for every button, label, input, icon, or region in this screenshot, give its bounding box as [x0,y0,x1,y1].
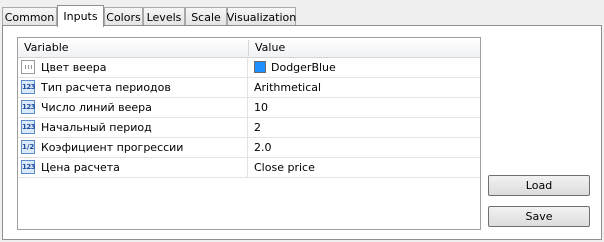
tab-label: Common [4,10,55,24]
grid-row[interactable]: 123 Цена расчета Close price [18,158,480,178]
variable-name: Число линий веера [41,101,152,114]
variable-value[interactable]: Arithmetical [254,78,321,97]
double-icon: 1/2 [21,140,35,154]
tab-label: Scale [191,10,221,24]
variable-value[interactable]: DodgerBlue [271,58,336,77]
variable-value[interactable]: 2 [254,118,261,137]
load-button[interactable]: Load [488,175,590,196]
grid-header: Variable Value [18,38,480,58]
tab-label: Inputs [63,10,98,23]
grid-row[interactable]: 123 Тип расчета периодов Arithmetical [18,78,480,98]
tab-common[interactable]: Common [2,7,57,26]
tab-colors[interactable]: Colors [104,7,143,26]
variable-name: Тип расчета периодов [41,81,171,94]
variable-name: Цвет веера [41,61,107,74]
variable-cell: 123 Тип расчета периодов [18,78,248,97]
integer-icon: 123 [21,100,36,114]
variable-name: Начальный период [41,121,152,134]
tab-visualization[interactable]: Visualization [227,7,296,26]
variable-name: Цена расчета [41,161,120,174]
load-button-label: Load [525,179,553,192]
variable-cell: 123 Число линий веера [18,98,248,117]
save-button[interactable]: Save [488,206,590,227]
tab-label: Levels [146,10,182,24]
variable-value[interactable]: 2.0 [254,138,272,157]
integer-icon: 123 [21,80,36,94]
inputs-panel: Variable Value Цвет веера DodgerBlue 123… [2,25,602,240]
grid-row[interactable]: 1/2 Коэфициент прогрессии 2.0 [18,138,480,158]
grid-row[interactable]: 123 Число линий веера 10 [18,98,480,118]
inputs-grid: Variable Value Цвет веера DodgerBlue 123… [17,37,481,230]
column-header-value[interactable]: Value [255,38,285,58]
tab-inputs[interactable]: Inputs [57,5,104,27]
variable-name: Коэфициент прогрессии [41,141,184,154]
tab-label: Visualization [226,10,297,24]
variable-cell: 123 Цена расчета [18,158,248,177]
variable-cell: Цвет веера [18,58,248,77]
tab-scale[interactable]: Scale [185,7,227,26]
integer-icon: 123 [21,160,36,174]
variable-cell: 123 Начальный период [18,118,248,137]
tab-levels[interactable]: Levels [143,7,185,26]
color-icon [21,60,35,74]
save-button-label: Save [525,210,553,223]
integer-icon: 123 [21,120,36,134]
variable-value[interactable]: 10 [254,98,268,117]
variable-cell: 1/2 Коэфициент прогрессии [18,138,248,157]
grid-row[interactable]: Цвет веера DodgerBlue [18,58,480,78]
column-separator[interactable] [248,40,249,56]
variable-value[interactable]: Close price [254,158,315,177]
color-swatch [254,61,266,73]
grid-row[interactable]: 123 Начальный период 2 [18,118,480,138]
column-header-variable[interactable]: Variable [24,38,69,58]
tab-label: Colors [106,10,141,24]
